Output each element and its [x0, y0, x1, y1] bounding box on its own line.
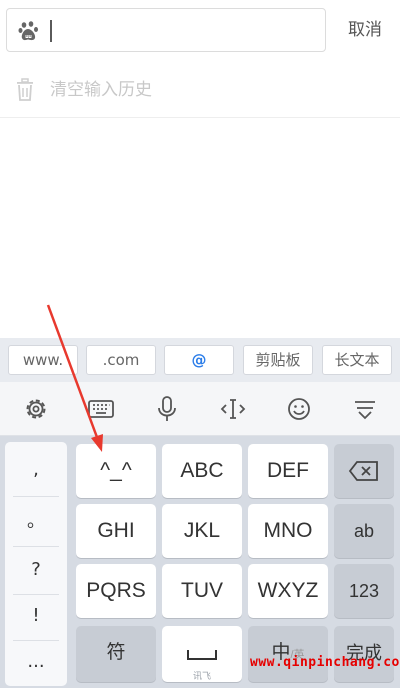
search-header: 取消 [0, 0, 400, 60]
key-jkl[interactable]: JKL [162, 504, 242, 558]
punctuation-column[interactable]: , 。 ? ! ... [5, 442, 67, 686]
punct-period[interactable]: 。 [5, 498, 67, 546]
space-icon [187, 650, 217, 660]
chip-long-text[interactable]: 长文本 [322, 345, 392, 375]
clear-history-row[interactable]: 清空输入历史 [0, 62, 400, 118]
key-wxyz[interactable]: WXYZ [248, 564, 328, 618]
keyboard-toolbar [0, 382, 400, 436]
cancel-button[interactable]: 取消 [340, 14, 390, 46]
shortcut-bar: www. .com @ 剪贴板 长文本 [0, 338, 400, 382]
key-emoticon[interactable]: ^_^ [76, 444, 156, 498]
keyboard-icon[interactable] [86, 394, 116, 424]
key-def[interactable]: DEF [248, 444, 328, 498]
key-mno[interactable]: MNO [248, 504, 328, 558]
key-symbols[interactable]: 符 [76, 626, 156, 682]
chip-at[interactable]: @ [164, 345, 234, 375]
punct-question[interactable]: ? [5, 546, 67, 594]
punct-comma[interactable]: , [5, 446, 67, 494]
search-input[interactable] [6, 8, 326, 52]
key-123[interactable]: 123 [334, 564, 394, 618]
punct-exclamation[interactable]: ! [5, 592, 67, 640]
chip-com[interactable]: .com [86, 345, 156, 375]
microphone-icon[interactable] [152, 394, 182, 424]
cursor-move-icon[interactable] [218, 394, 248, 424]
key-pqrs[interactable]: PQRS [76, 564, 156, 618]
language-switch-key[interactable]: 中/英 [248, 626, 328, 682]
settings-gear-icon[interactable] [21, 394, 51, 424]
collapse-keyboard-icon[interactable] [350, 394, 380, 424]
chip-www[interactable]: www. [8, 345, 78, 375]
key-ab[interactable]: ab [334, 504, 394, 558]
trash-icon [17, 78, 33, 101]
backspace-key[interactable] [334, 444, 394, 498]
text-cursor [50, 20, 52, 42]
clear-history-label: 清空输入历史 [50, 80, 152, 100]
backspace-icon [348, 461, 378, 481]
done-key[interactable]: 完成 [334, 626, 394, 682]
space-hint: 讯飞 [192, 671, 211, 681]
key-abc[interactable]: ABC [162, 444, 242, 498]
keyboard-area: , 。 ? ! ... ^_^ ABC DEF GHI JKL MNO ab P… [0, 436, 400, 688]
baidu-paw-icon [18, 21, 38, 41]
space-key[interactable]: 讯飞 [162, 626, 242, 682]
emoji-icon[interactable] [284, 394, 314, 424]
watermark: www.qinpinchang.com [250, 655, 400, 670]
chip-clipboard[interactable]: 剪贴板 [243, 345, 313, 375]
key-ghi[interactable]: GHI [76, 504, 156, 558]
punct-ellipsis[interactable]: ... [5, 638, 67, 686]
key-tuv[interactable]: TUV [162, 564, 242, 618]
divider [13, 496, 59, 497]
